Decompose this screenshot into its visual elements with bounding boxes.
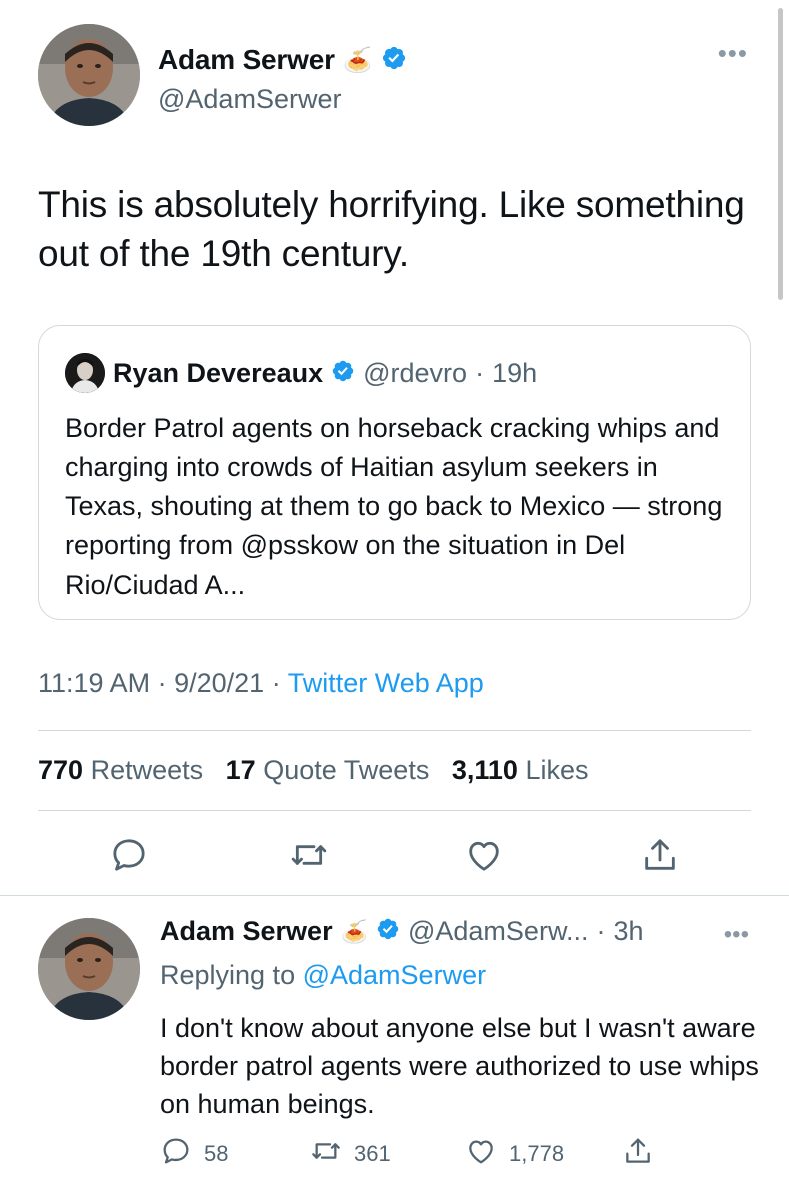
verified-badge-icon [331,359,355,388]
verified-badge-icon [381,45,407,76]
author-name[interactable]: Adam Serwer [158,44,335,76]
retweet-icon [310,1135,342,1173]
like-count: 1,778 [509,1141,565,1166]
spaghetti-emoji: 🍝 [340,918,368,944]
reply-author-name[interactable]: Adam Serwer [160,916,333,947]
quoted-author-avatar [65,353,105,393]
reply-header: Adam Serwer 🍝 @AdamSerw... · 3h [160,916,760,947]
like-button[interactable]: 1,778 [465,1135,564,1173]
more-options-icon[interactable]: ••• [724,923,749,947]
tweet-date[interactable]: 9/20/21 [174,668,264,698]
reply-icon [160,1135,192,1173]
tweet-time[interactable]: 11:19 AM [38,668,150,698]
replying-to-label: Replying to [160,960,296,990]
source-app-link[interactable]: Twitter Web App [288,668,484,698]
reply-author-avatar[interactable] [38,918,140,1020]
retweet-button[interactable]: 361 [310,1135,391,1173]
separator-dot: · [475,357,485,388]
reply-author-handle[interactable]: @AdamSerw... [408,916,588,947]
thread-separator [0,895,789,896]
quoted-text: Border Patrol agents on horseback cracki… [65,413,723,600]
divider [38,730,751,731]
more-options-icon[interactable]: ••• [718,40,748,66]
separator-dot: · [157,668,167,698]
author-handle[interactable]: @AdamSerwer [158,84,407,115]
likes-stat[interactable]: 3,110 Likes [452,755,589,785]
tweet-meta: 11:19 AM · 9/20/21 · Twitter Web App [38,668,484,699]
reply-button[interactable]: 58 [160,1135,228,1173]
separator-dot: · [596,916,606,946]
like-icon[interactable] [459,830,509,880]
reply-icon[interactable] [104,830,154,880]
divider [38,810,751,811]
share-icon[interactable] [622,1135,654,1167]
author-avatar[interactable] [38,24,140,126]
tweet-stats: 770 Retweets 17 Quote Tweets 3,110 Likes [38,755,588,786]
spaghetti-emoji: 🍝 [342,46,373,74]
reply-text: I don't know about anyone else but I was… [160,1013,759,1119]
reply-action-bar: 58 361 1,778 [160,1135,760,1179]
quoted-author-name: Ryan Devereaux [113,357,324,388]
reply-count: 58 [204,1141,229,1166]
like-icon [465,1135,497,1173]
retweet-count: 361 [354,1141,391,1166]
quoted-author-handle: @rdevro [363,357,468,388]
retweet-icon[interactable] [284,830,334,880]
tweet-text: This is absolutely horrifying. Like some… [38,184,745,275]
scrollbar[interactable] [778,8,783,300]
share-icon[interactable] [635,830,685,880]
replying-to-link[interactable]: @AdamSerwer [303,960,486,990]
quoted-tweet[interactable]: Ryan Devereaux @rdevro · 19h Border Patr… [38,325,751,620]
quoted-time: 19h [492,357,538,388]
quote-tweets-stat[interactable]: 17 Quote Tweets [226,755,430,785]
replying-to: Replying to @AdamSerwer [160,960,486,991]
tweet-header: Adam Serwer 🍝 @AdamSerwer ••• [38,24,758,134]
retweets-stat[interactable]: 770 Retweets [38,755,203,785]
verified-badge-icon [376,917,400,946]
separator-dot: · [271,668,281,698]
reply-time[interactable]: 3h [613,916,643,947]
tweet-action-bar [38,830,751,880]
